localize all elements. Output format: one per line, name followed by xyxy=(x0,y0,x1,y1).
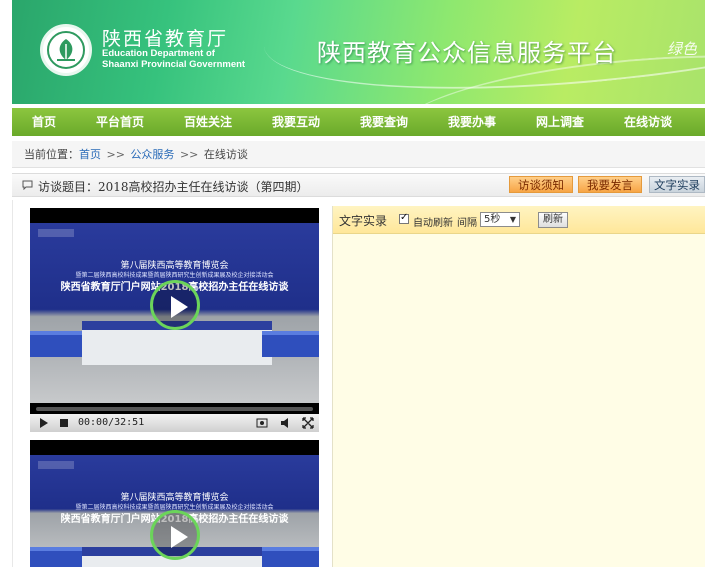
page: 陕西省教育厅 Education Department of Shaanxi P… xyxy=(0,0,705,567)
fullscreen-icon[interactable] xyxy=(302,417,314,429)
breadcrumb: 当前位置：首页 >> 公众服务 >> 在线访谈 xyxy=(12,141,705,168)
transcript-toolbar: 文字实录 自动刷新 间隔 5秒 ▼ 刷新 xyxy=(333,206,705,234)
stage-board xyxy=(262,547,319,567)
auto-refresh-label: 自动刷新 xyxy=(413,218,453,229)
stage-board xyxy=(30,547,82,567)
video-player[interactable]: 第八届陕西高等教育博览会 暨第二届陕西高校科技成果暨首届陕西研究生创新成果展及校… xyxy=(30,440,319,567)
breadcrumb-separator: >> xyxy=(179,148,199,161)
nav-item-query[interactable]: 我要查询 xyxy=(340,108,428,136)
org-name-cn: 陕西省教育厅 xyxy=(102,28,229,50)
breadcrumb-current: 在线访谈 xyxy=(203,148,248,161)
chevron-down-icon: ▼ xyxy=(509,215,516,224)
slogan-text: 绿色 xyxy=(667,40,698,58)
tab-transcript[interactable]: 文字实录 xyxy=(649,176,705,193)
snapshot-icon[interactable] xyxy=(256,417,268,429)
transcript-panel: 文字实录 自动刷新 间隔 5秒 ▼ 刷新 xyxy=(332,206,705,567)
tab-speak[interactable]: 我要发言 xyxy=(578,176,642,193)
breadcrumb-prefix: 当前位置： xyxy=(24,148,79,161)
nav-item-platform-home[interactable]: 平台首页 xyxy=(76,108,164,136)
breadcrumb-home-link[interactable]: 首页 xyxy=(79,148,101,161)
interval-value: 5秒 xyxy=(484,214,501,225)
transcript-label: 文字实录 xyxy=(339,214,388,228)
nav-item-survey[interactable]: 网上调查 xyxy=(516,108,604,136)
volume-icon[interactable] xyxy=(280,417,292,429)
interview-title: 访谈题目：2018高校招办主任在线访谈（第四期） xyxy=(38,180,309,194)
interview-topic-bar: 访谈题目：2018高校招办主任在线访谈（第四期） 访谈须知 我要发言 文字实录 xyxy=(12,173,705,197)
nav-item-interact[interactable]: 我要互动 xyxy=(252,108,340,136)
main-nav: 首页 平台首页 百姓关注 我要互动 我要查询 我要办事 网上调查 在线访谈 xyxy=(12,108,705,136)
play-button-icon[interactable] xyxy=(38,417,50,429)
play-icon[interactable] xyxy=(150,510,200,560)
video-controls: 00:00/32:51 xyxy=(30,414,319,432)
video-player[interactable]: 第八届陕西高等教育博览会 暨第二届陕西高校科技成果暨首届陕西研究生创新成果展及校… xyxy=(30,208,319,432)
breadcrumb-section-link[interactable]: 公众服务 xyxy=(130,148,174,161)
website-badge xyxy=(38,461,74,469)
nav-item-public-concern[interactable]: 百姓关注 xyxy=(164,108,252,136)
org-name-en: Shaanxi Provincial Government xyxy=(102,59,246,70)
platform-title: 陕西教育公众信息服务平台 xyxy=(317,39,617,67)
education-department-logo-icon[interactable] xyxy=(40,24,92,76)
tab-interview-notice[interactable]: 访谈须知 xyxy=(509,176,573,193)
stage-board xyxy=(262,331,319,357)
nav-item-home[interactable]: 首页 xyxy=(12,108,76,136)
video-time: 00:00/32:51 xyxy=(78,417,145,428)
nav-item-services[interactable]: 我要办事 xyxy=(428,108,516,136)
breadcrumb-separator: >> xyxy=(106,148,125,161)
stop-button-icon[interactable] xyxy=(58,417,70,429)
video-progress-bar[interactable] xyxy=(36,407,313,411)
org-name-en: Education Department of xyxy=(102,48,215,59)
header-banner: 陕西省教育厅 Education Department of Shaanxi P… xyxy=(12,0,705,104)
interval-label: 间隔 xyxy=(457,218,477,229)
website-badge xyxy=(38,229,74,237)
nav-item-online-interview[interactable]: 在线访谈 xyxy=(604,108,692,136)
play-icon[interactable] xyxy=(150,280,200,330)
auto-refresh-checkbox[interactable] xyxy=(399,212,409,224)
speech-bubble-icon xyxy=(22,180,33,190)
refresh-button[interactable]: 刷新 xyxy=(538,212,568,228)
stage-board xyxy=(30,331,82,357)
interval-select[interactable]: 5秒 ▼ xyxy=(480,212,520,227)
